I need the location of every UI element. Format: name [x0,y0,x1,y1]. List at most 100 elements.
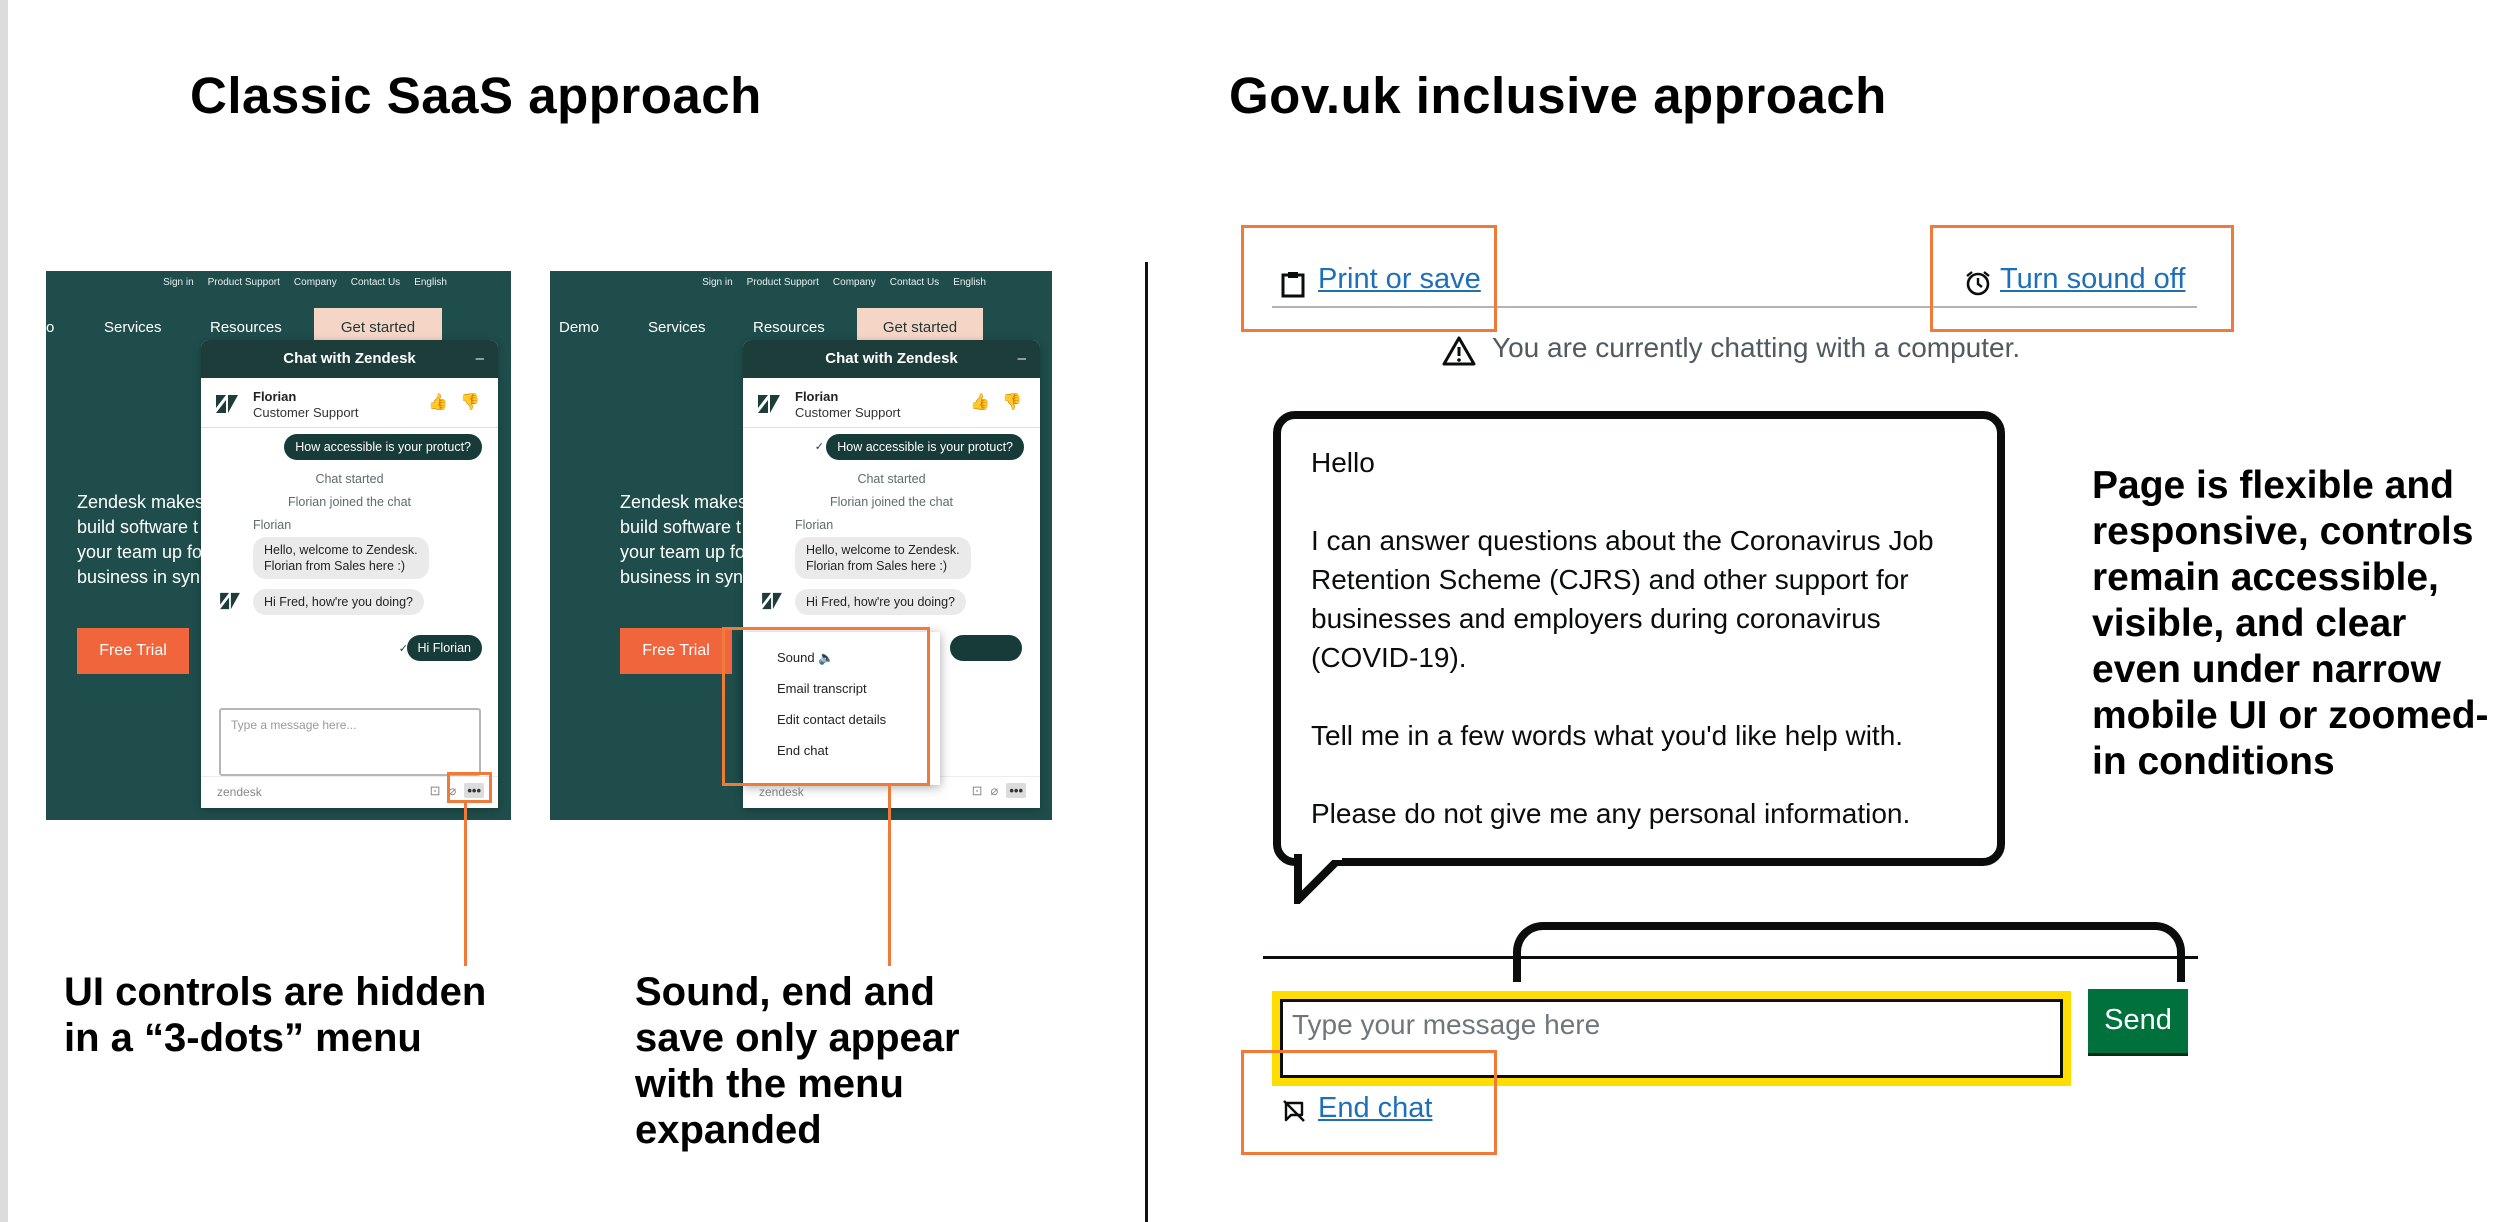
user-message: How accessible is your protuct? [284,434,482,460]
thumbs-down-icon[interactable]: 👎 [1002,394,1022,411]
bot-message-line: Hello [1311,447,1375,478]
sender-label: Florian [253,518,292,532]
nav-services[interactable]: Services [648,319,706,336]
agent-bar: Florian Customer Support 👍 👎 [743,378,1040,428]
message-line: Hello, welcome to Zendesk. [264,543,418,557]
note-line: in conditions [2092,740,2335,783]
agent-message: Hello, welcome to Zendesk. Florian from S… [795,537,971,579]
annotation-line [464,802,467,966]
bot-message-bubble: Hello I can answer questions about the C… [1273,411,2005,866]
hero-line: build software t [77,517,199,537]
nav-resources[interactable]: Resources [210,319,282,336]
free-trial-button[interactable]: Free Trial [77,628,189,674]
message-input[interactable]: Type a message here... [219,708,481,776]
sent-check-icon: ✓ [814,441,824,453]
agent-bar: Florian Customer Support 👍 👎 [201,378,498,428]
nav-company[interactable]: Company [833,277,876,288]
nav-sign-in[interactable]: Sign in [163,277,194,288]
nav-demo-partial[interactable]: o [46,319,54,336]
highlight-end-chat [1241,1050,1497,1155]
rating-controls: 👍 👎 [958,392,1022,412]
caption-menu-expanded: Sound, end and save only appear with the… [635,969,960,1153]
rating-icon[interactable]: ⊡ [430,783,441,798]
nav-contact-us[interactable]: Contact Us [890,277,939,288]
section-divider [1145,262,1148,1222]
get-started-button[interactable]: Get started [314,308,442,344]
note-line: visible, and clear [2092,602,2407,645]
note-line: remain accessible, [2092,556,2439,599]
user-message-obscured [950,635,1022,661]
more-options-button[interactable]: ••• [1006,783,1026,798]
zendesk-avatar-icon [762,592,782,610]
highlight-more-button [447,772,492,803]
rating-controls: 👍 👎 [416,392,480,412]
hero-line: Zendesk makes [77,492,205,512]
annotation-line [888,785,891,966]
zendesk-avatar-icon [220,592,240,610]
note-line: Page is flexible and [2092,464,2454,507]
nav-demo[interactable]: Demo [559,319,599,336]
nav-product-support[interactable]: Product Support [747,277,819,288]
chat-area-border [1263,956,2198,959]
slide: Classic SaaS approach Gov.uk inclusive a… [0,0,2510,1222]
zendesk-logo-icon [216,395,238,413]
caption-line: Sound, end and [635,970,935,1014]
thumbs-down-icon[interactable]: 👎 [460,394,480,411]
nav-product-support[interactable]: Product Support [208,277,280,288]
caption-line: in a “3-dots” menu [64,1016,422,1060]
caption-line: save only appear [635,1016,960,1060]
minimize-button[interactable]: – [1018,340,1026,378]
note-line: even under narrow [2092,648,2441,691]
message-line: Florian from Sales here :) [806,559,948,573]
attachment-icon[interactable]: ⌀ [991,783,999,798]
next-message-bubble [1513,922,2185,982]
send-button[interactable]: Send [2088,989,2188,1053]
message-line: Hello, welcome to Zendesk. [806,543,960,557]
zendesk-brand: zendesk [217,785,262,799]
hero-line: Zendesk makes [620,492,748,512]
caption-line: expanded [635,1108,822,1152]
get-started-button[interactable]: Get started [857,308,983,344]
system-message: Florian joined the chat [288,495,411,509]
agent-name: Florian [795,389,839,404]
free-trial-button[interactable]: Free Trial [620,628,732,674]
top-navigation: Sign in Product Support Company Contact Us E… [688,277,986,288]
sender-label: Florian [795,518,834,532]
thumbs-up-icon[interactable]: 👍 [970,394,990,411]
title-classic-saas: Classic SaaS approach [190,67,762,124]
minimize-button[interactable]: – [476,340,484,378]
nav-contact-us[interactable]: Contact Us [351,277,400,288]
hero-text: Zendesk makes build software t your team… [77,490,209,590]
hero-line: business in sync [77,567,210,587]
computer-notice: You are currently chatting with a comput… [1492,332,2021,363]
system-message: Chat started [315,472,384,486]
message-line: Florian from Sales here :) [264,559,406,573]
warning-icon [1442,336,1476,366]
nav-company[interactable]: Company [294,277,337,288]
user-message: How accessible is your protuct? [826,434,1024,460]
hero-line: your team up fo [620,542,746,562]
agent-role: Customer Support [795,405,901,420]
agent-message: Hello, welcome to Zendesk. Florian from S… [253,537,429,579]
chat-header: Chat with Zendesk – [743,340,1040,378]
bubble-tail [1294,854,1343,904]
nav-resources[interactable]: Resources [753,319,825,336]
nav-language[interactable]: English [414,277,447,288]
nav-sign-in[interactable]: Sign in [702,277,733,288]
nav-language[interactable]: English [953,277,986,288]
rating-icon[interactable]: ⊡ [972,783,983,798]
note-line: responsive, controls [2092,510,2474,553]
system-message: Florian joined the chat [830,495,953,509]
title-govuk: Gov.uk inclusive approach [1229,67,1887,124]
zendesk-logo-icon [758,395,780,413]
bot-message-line: Please do not give me any personal infor… [1311,798,1911,829]
thumbs-up-icon[interactable]: 👍 [428,394,448,411]
nav-services[interactable]: Services [104,319,162,336]
hero-text: Zendesk makes build software t your team… [620,490,752,590]
caption-line: UI controls are hidden [64,970,487,1014]
system-message: Chat started [857,472,926,486]
slide-edge [0,0,8,1222]
zendesk-brand: zendesk [759,785,804,799]
footer-icons: ⊡ ⌀ ••• [964,783,1026,799]
bot-message-line: I can answer questions about the Coronav… [1311,525,1934,673]
